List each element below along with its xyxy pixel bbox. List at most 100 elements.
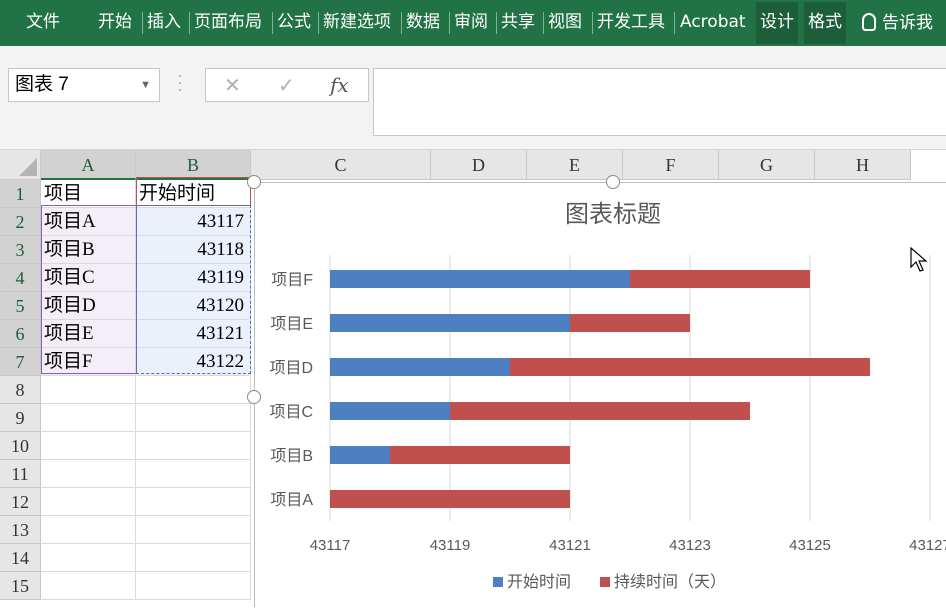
row-header-5[interactable]: 5 [0,292,41,320]
cell-a6[interactable]: 项目E [41,320,136,348]
row-header-3[interactable]: 3 [0,236,41,264]
resize-handle[interactable] [606,175,620,189]
drag-handle-icon[interactable]: · · · [178,70,182,98]
tab-insert[interactable]: 插入 [147,0,181,46]
cell-a9[interactable] [41,404,136,432]
column-header-f[interactable]: F [623,150,719,180]
formula-input[interactable] [373,68,946,136]
chevron-down-icon[interactable]: ▼ [140,69,151,101]
chart-area[interactable]: 图表标题 项目A 项目B 项目C 项目D 项目E 项目F 43117 43119 43121 4… [254,182,946,607]
bar-duration-项目E[interactable] [570,314,690,332]
row-header-14[interactable]: 14 [0,544,41,572]
select-all-button[interactable] [0,150,41,180]
tell-me-box[interactable]: 告诉我 [862,0,933,46]
cell-b4[interactable]: 43119 [136,264,251,292]
tab-page-layout[interactable]: 页面布局 [194,0,262,46]
cell-a4[interactable]: 项目C [41,264,136,292]
bar-start-项目C[interactable] [330,402,450,420]
bar-start-项目E[interactable] [330,314,570,332]
bar-duration-项目D[interactable] [510,358,870,376]
insert-function-icon[interactable]: fx [330,69,349,101]
column-header-c[interactable]: C [251,150,431,180]
cell-b5[interactable]: 43120 [136,292,251,320]
cell-b1[interactable]: 开始时间 [136,180,251,208]
resize-handle[interactable] [247,390,261,404]
cell-a14[interactable] [41,544,136,572]
cell-b15[interactable] [136,572,251,600]
cell-b14[interactable] [136,544,251,572]
tab-chart-design[interactable]: 设计 [756,2,798,44]
cell-a11[interactable] [41,460,136,488]
cell-b11[interactable] [136,460,251,488]
tab-data[interactable]: 数据 [406,0,440,46]
tab-acrobat[interactable]: Acrobat [680,0,746,46]
name-box[interactable]: 图表 7 ▼ [8,68,160,102]
cell-a1[interactable]: 项目 [41,180,136,208]
cell-b6[interactable]: 43121 [136,320,251,348]
row-header-9[interactable]: 9 [0,404,41,432]
row-header-15[interactable]: 15 [0,572,41,600]
bar-start-项目B[interactable] [330,446,390,464]
row-header-6[interactable]: 6 [0,320,41,348]
tab-review[interactable]: 审阅 [454,0,488,46]
legend-label[interactable]: 开始时间 [507,573,571,591]
column-header-h[interactable]: H [815,150,911,180]
row-header-4[interactable]: 4 [0,264,41,292]
tab-file[interactable]: 文件 [26,0,60,46]
row-header-8[interactable]: 8 [0,376,41,404]
chart-title[interactable]: 图表标题 [565,201,661,228]
tab-new-options[interactable]: 新建选项 [323,0,391,46]
tab-home[interactable]: 开始 [98,0,132,46]
tab-separator [142,12,143,34]
row-header-12[interactable]: 12 [0,488,41,516]
chart-tick-labels: 43117 43119 43121 43123 43125 43127 [310,537,946,554]
tab-developer[interactable]: 开发工具 [597,0,665,46]
cell-a5[interactable]: 项目D [41,292,136,320]
cancel-icon[interactable]: ✕ [224,69,241,101]
tab-share[interactable]: 共享 [501,0,535,46]
cell-b10[interactable] [136,432,251,460]
bar-start-项目D[interactable] [330,358,510,376]
cell-a8[interactable] [41,376,136,404]
bar-start-项目F[interactable] [330,270,630,288]
column-header-d[interactable]: D [431,150,527,180]
legend-label[interactable]: 持续时间（天） [614,573,726,591]
cell-a3[interactable]: 项目B [41,236,136,264]
cell-b7[interactable]: 43122 [136,348,251,376]
chart-legend: 开始时间 持续时间（天） [493,573,726,591]
cell-a15[interactable] [41,572,136,600]
bar-duration-项目B[interactable] [390,446,570,464]
row-header-13[interactable]: 13 [0,516,41,544]
row-header-10[interactable]: 10 [0,432,41,460]
row-header-7[interactable]: 7 [0,348,41,376]
tab-view[interactable]: 视图 [548,0,582,46]
cell-a12[interactable] [41,488,136,516]
tell-me-label: 告诉我 [882,13,933,33]
row-header-1[interactable]: 1 [0,180,41,208]
row-header-11[interactable]: 11 [0,460,41,488]
cell-b13[interactable] [136,516,251,544]
column-header-b[interactable]: B [136,150,251,180]
cell-a13[interactable] [41,516,136,544]
tab-formulas[interactable]: 公式 [277,0,311,46]
category-label: 项目F [271,272,313,289]
gantt-chart: 图表标题 项目A项目B项目C项目D项目E项目F 43117 43119 43121 4… [269,201,946,591]
resize-handle[interactable] [247,175,261,189]
cell-b3[interactable]: 43118 [136,236,251,264]
cell-a7[interactable]: 项目F [41,348,136,376]
bar-duration-项目C[interactable] [450,402,750,420]
cell-b2[interactable]: 43117 [136,208,251,236]
cell-b8[interactable] [136,376,251,404]
bar-duration-项目A[interactable] [330,490,570,508]
cell-a10[interactable] [41,432,136,460]
bar-duration-项目F[interactable] [630,270,810,288]
column-header-g[interactable]: G [719,150,815,180]
column-header-a[interactable]: A [41,150,136,180]
cell-b9[interactable] [136,404,251,432]
cell-a2[interactable]: 项目A [41,208,136,236]
x-tick-label: 43125 [789,537,831,554]
check-icon[interactable]: ✓ [278,69,295,101]
tab-chart-format[interactable]: 格式 [804,2,846,44]
row-header-2[interactable]: 2 [0,208,41,236]
cell-b12[interactable] [136,488,251,516]
